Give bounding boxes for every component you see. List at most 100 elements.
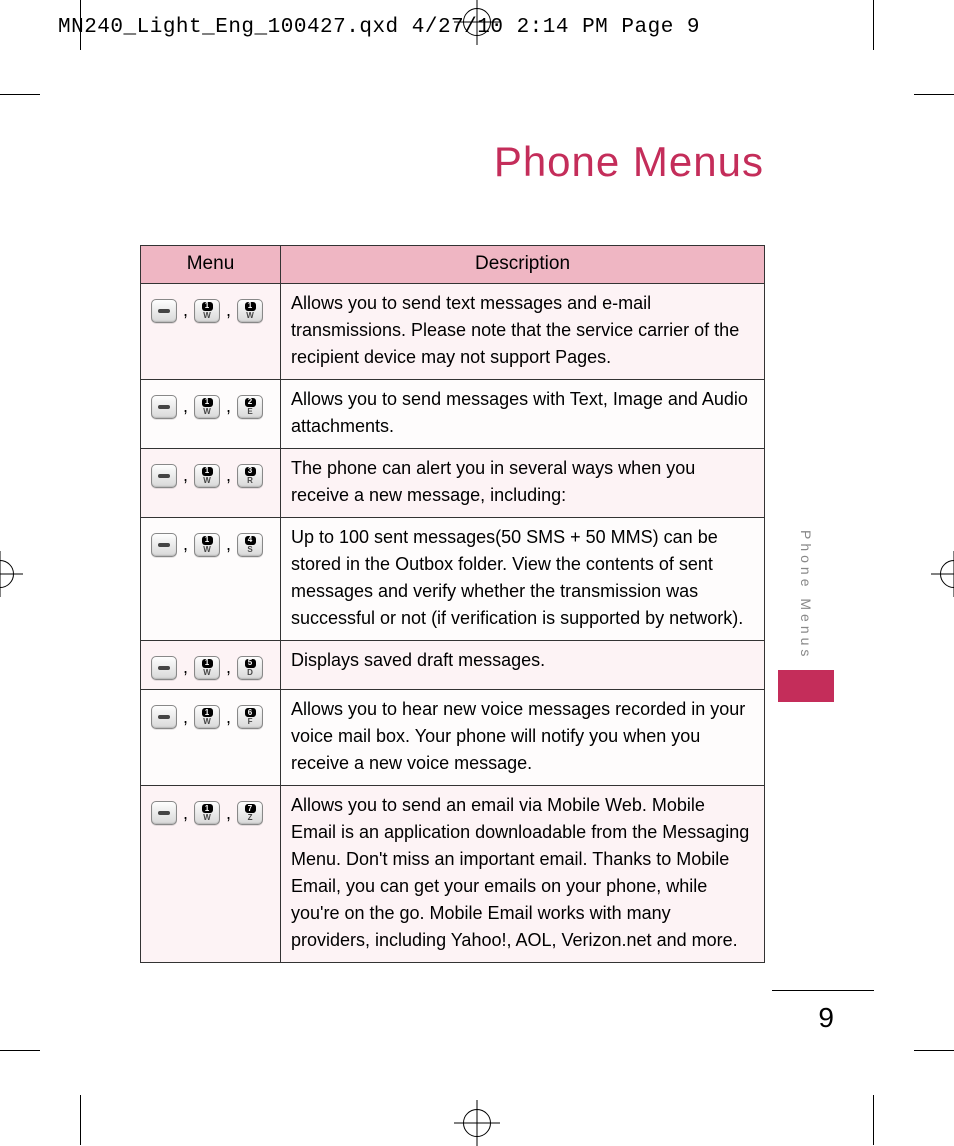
separator: , — [226, 393, 231, 420]
separator: , — [226, 704, 231, 731]
crop-mark — [80, 1095, 81, 1145]
key-letter: W — [203, 312, 211, 320]
description-cell: Up to 100 sent messages(50 SMS + 50 MMS)… — [281, 517, 765, 640]
numpad-key-3-icon: 3R — [237, 464, 263, 488]
softkey-icon — [151, 656, 177, 680]
side-tab-label: Phone Menus — [788, 524, 824, 670]
description-cell: Allows you to send messages with Text, I… — [281, 379, 765, 448]
crop-mark — [873, 1095, 874, 1145]
key-letter: R — [247, 477, 253, 485]
side-tab-indicator — [778, 670, 834, 702]
menu-key-sequence-cell: ,1W,5D — [141, 640, 281, 690]
crop-mark — [914, 1050, 954, 1051]
key-letter: Z — [248, 814, 253, 822]
key-number: 6 — [245, 708, 256, 717]
numpad-key-1-icon: 1W — [194, 464, 220, 488]
separator: , — [183, 393, 188, 420]
softkey-icon — [151, 464, 177, 488]
numpad-key-2-icon: 2E — [237, 395, 263, 419]
key-letter: W — [203, 408, 211, 416]
key-number: 1 — [202, 398, 213, 407]
page-title: Phone Menus — [494, 138, 764, 186]
numpad-key-7-icon: 7Z — [237, 801, 263, 825]
key-number: 1 — [245, 302, 256, 311]
key-letter: W — [246, 312, 254, 320]
separator: , — [183, 531, 188, 558]
key-number: 3 — [245, 467, 256, 476]
softkey-icon — [151, 533, 177, 557]
key-number: 7 — [245, 804, 256, 813]
crop-mark — [914, 94, 954, 95]
separator: , — [183, 297, 188, 324]
table-header-description: Description — [281, 246, 765, 284]
key-letter: S — [247, 546, 252, 554]
softkey-icon — [151, 705, 177, 729]
key-letter: W — [203, 718, 211, 726]
numpad-key-1-icon: 1W — [194, 656, 220, 680]
page-number: 9 — [818, 1002, 834, 1034]
menu-key-sequence-cell: ,1W,1W — [141, 283, 281, 379]
menu-key-sequence-cell: ,1W,3R — [141, 448, 281, 517]
crop-mark — [0, 1050, 40, 1051]
registration-mark-icon — [463, 8, 491, 36]
table-row: ,1W,6FAllows you to hear new voice messa… — [141, 690, 765, 786]
table-row: ,1W,2EAllows you to send messages with T… — [141, 379, 765, 448]
key-number: 1 — [202, 659, 213, 668]
side-tab: Phone Menus — [778, 524, 834, 702]
numpad-key-1-icon: 1W — [237, 299, 263, 323]
key-letter: W — [203, 814, 211, 822]
table-row: ,1W,5DDisplays saved draft messages. — [141, 640, 765, 690]
key-number: 1 — [202, 536, 213, 545]
key-number: 4 — [245, 536, 256, 545]
numpad-key-1-icon: 1W — [194, 533, 220, 557]
print-slug-line: MN240_Light_Eng_100427.qxd 4/27/10 2:14 … — [58, 16, 700, 39]
crop-mark — [80, 0, 81, 50]
separator: , — [226, 654, 231, 681]
numpad-key-1-icon: 1W — [194, 299, 220, 323]
separator: , — [226, 800, 231, 827]
registration-mark-icon — [0, 560, 14, 588]
separator: , — [183, 462, 188, 489]
numpad-key-5-icon: 5D — [237, 656, 263, 680]
key-letter: W — [203, 477, 211, 485]
separator: , — [226, 531, 231, 558]
numpad-key-4-icon: 4S — [237, 533, 263, 557]
key-number: 1 — [202, 302, 213, 311]
numpad-key-1-icon: 1W — [194, 705, 220, 729]
description-cell: Allows you to send text messages and e-m… — [281, 283, 765, 379]
menu-description-table: Menu Description ,1W,1WAllows you to sen… — [140, 245, 765, 963]
key-number: 1 — [202, 804, 213, 813]
key-number: 1 — [202, 467, 213, 476]
description-cell: Allows you to send an email via Mobile W… — [281, 786, 765, 963]
key-letter: E — [247, 408, 252, 416]
crop-mark — [0, 94, 40, 95]
menu-key-sequence-cell: ,1W,7Z — [141, 786, 281, 963]
softkey-icon — [151, 801, 177, 825]
separator: , — [183, 704, 188, 731]
registration-mark-icon — [940, 560, 954, 588]
key-number: 2 — [245, 398, 256, 407]
separator: , — [183, 654, 188, 681]
separator: , — [226, 462, 231, 489]
key-number: 5 — [245, 659, 256, 668]
registration-mark-icon — [463, 1109, 491, 1137]
menu-key-sequence-cell: ,1W,6F — [141, 690, 281, 786]
key-letter: W — [203, 669, 211, 677]
key-letter: F — [248, 718, 253, 726]
numpad-key-6-icon: 6F — [237, 705, 263, 729]
numpad-key-1-icon: 1W — [194, 801, 220, 825]
key-letter: D — [247, 669, 253, 677]
description-cell: Allows you to hear new voice messages re… — [281, 690, 765, 786]
table-row: ,1W,3RThe phone can alert you in several… — [141, 448, 765, 517]
numpad-key-1-icon: 1W — [194, 395, 220, 419]
description-cell: The phone can alert you in several ways … — [281, 448, 765, 517]
page-number-rule — [772, 990, 874, 991]
table-header-menu: Menu — [141, 246, 281, 284]
description-cell: Displays saved draft messages. — [281, 640, 765, 690]
crop-mark — [873, 0, 874, 50]
table-row: ,1W,4SUp to 100 sent messages(50 SMS + 5… — [141, 517, 765, 640]
softkey-icon — [151, 299, 177, 323]
separator: , — [226, 297, 231, 324]
table-row: ,1W,7ZAllows you to send an email via Mo… — [141, 786, 765, 963]
key-letter: W — [203, 546, 211, 554]
